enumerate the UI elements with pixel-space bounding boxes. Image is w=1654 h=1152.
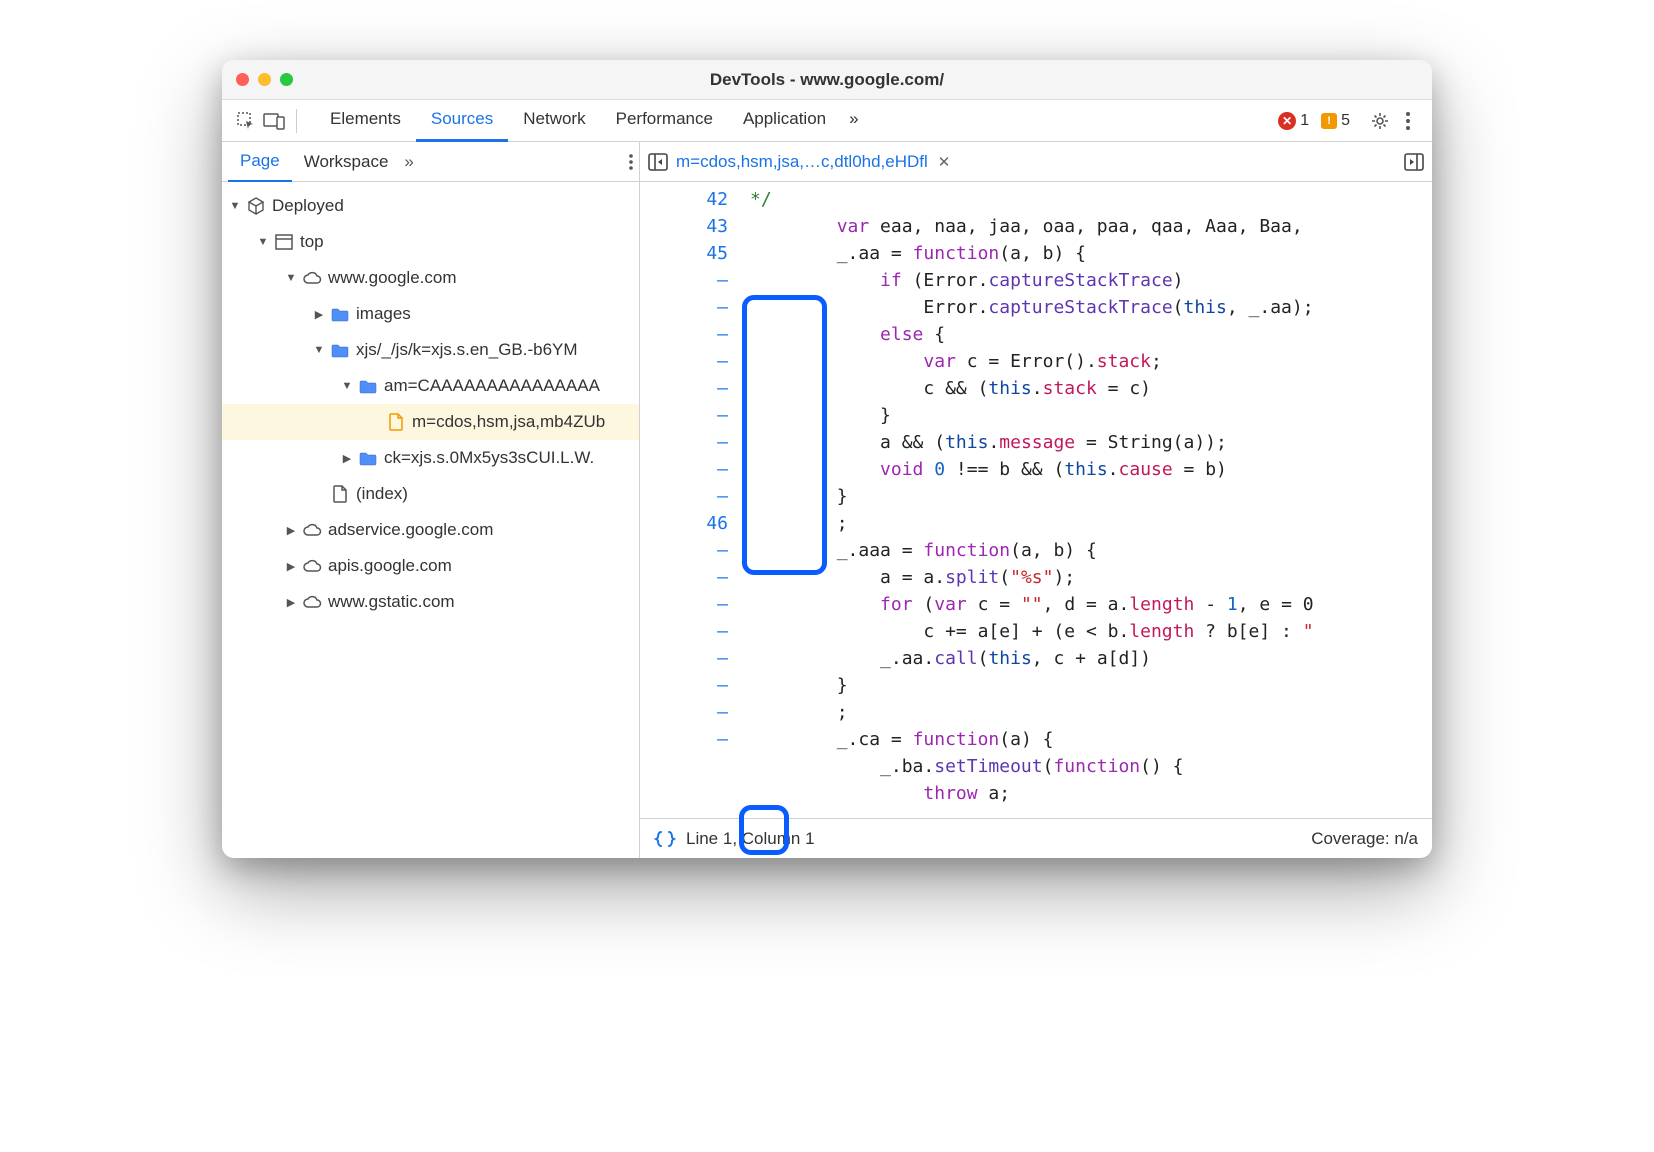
line-gutter[interactable]: 424345–––––––––46–––––––– [640, 182, 750, 818]
tree-item[interactable]: ▶images [222, 296, 639, 332]
cloud-icon [302, 556, 322, 576]
tree-item-label: www.google.com [328, 268, 457, 288]
tree-item-label: am=CAAAAAAAAAAAAAAA [384, 376, 600, 396]
toggle-debugger-icon[interactable] [1404, 153, 1424, 171]
folder-icon [330, 304, 350, 324]
cloud-icon [302, 592, 322, 612]
device-toolbar-icon[interactable] [260, 107, 288, 135]
cube-icon [246, 196, 266, 216]
tree-item[interactable]: ▶apis.google.com [222, 548, 639, 584]
tree-item[interactable]: ▶www.gstatic.com [222, 584, 639, 620]
close-tab-icon[interactable]: ✕ [938, 153, 951, 171]
tab-network[interactable]: Network [508, 99, 600, 142]
tab-elements[interactable]: Elements [315, 99, 416, 142]
sidebar-tab-workspace[interactable]: Workspace [292, 143, 401, 181]
file-icon [386, 412, 406, 432]
tree-item-label: images [356, 304, 411, 324]
sidebar-tabs-overflow[interactable]: » [404, 152, 413, 172]
tree-item-label: xjs/_/js/k=xjs.s.en_GB.-b6YM [356, 340, 578, 360]
editor-tab-label: m=cdos,hsm,jsa,…c,dtl0hd,eHDfl [676, 152, 928, 172]
warning-count[interactable]: ! 5 [1321, 112, 1350, 130]
tree-item-label: m=cdos,hsm,jsa,mb4ZUb [412, 412, 605, 432]
tree-item[interactable]: ▶adservice.google.com [222, 512, 639, 548]
window-minimize-button[interactable] [258, 73, 271, 86]
editor-pane: m=cdos,hsm,jsa,…c,dtl0hd,eHDfl ✕ 424345–… [640, 142, 1432, 858]
tree-item-label: (index) [356, 484, 408, 504]
tab-sources[interactable]: Sources [416, 99, 508, 142]
error-count[interactable]: ✕ 1 [1278, 112, 1309, 130]
editor-tab-active[interactable]: m=cdos,hsm,jsa,…c,dtl0hd,eHDfl ✕ [668, 152, 958, 172]
navigator-sidebar: Page Workspace » ▼Deployed▼top▼www.googl… [222, 142, 640, 858]
sidebar-kebab-icon[interactable] [629, 154, 633, 170]
tab-performance[interactable]: Performance [601, 99, 728, 142]
file-tree[interactable]: ▼Deployed▼top▼www.google.com▶images▼xjs/… [222, 182, 639, 858]
cursor-position: Line 1, Column 1 [686, 829, 815, 849]
inspect-element-icon[interactable] [232, 107, 260, 135]
warning-icon: ! [1321, 113, 1337, 129]
cloud-icon [302, 520, 322, 540]
tabs-overflow[interactable]: » [841, 99, 866, 142]
window-title: DevTools - www.google.com/ [222, 70, 1432, 90]
window-close-button[interactable] [236, 73, 249, 86]
tree-item-label: adservice.google.com [328, 520, 493, 540]
tree-item[interactable]: ▶ck=xjs.s.0Mx5ys3sCUI.L.W. [222, 440, 639, 476]
folder-icon [358, 376, 378, 396]
tree-item-label: www.gstatic.com [328, 592, 455, 612]
code-area[interactable]: */ var eaa, naa, jaa, oaa, paa, qaa, Aaa… [750, 182, 1432, 818]
main-toolbar: Elements Sources Network Performance App… [222, 100, 1432, 142]
folder-icon [330, 340, 350, 360]
settings-icon[interactable] [1366, 107, 1394, 135]
tree-item[interactable]: (index) [222, 476, 639, 512]
tree-item-label: Deployed [272, 196, 344, 216]
coverage-status: Coverage: n/a [1311, 829, 1418, 849]
window-zoom-button[interactable] [280, 73, 293, 86]
window-titlebar: DevTools - www.google.com/ [222, 60, 1432, 100]
tree-item[interactable]: ▼Deployed [222, 188, 639, 224]
tree-item[interactable]: ▼top [222, 224, 639, 260]
tree-item[interactable]: ▼am=CAAAAAAAAAAAAAAA [222, 368, 639, 404]
frame-icon [274, 232, 294, 252]
doc-icon [330, 484, 350, 504]
cloud-icon [302, 268, 322, 288]
tree-item[interactable]: m=cdos,hsm,jsa,mb4ZUb [222, 404, 639, 440]
divider [296, 109, 297, 133]
editor-statusbar: Line 1, Column 1 Coverage: n/a [640, 818, 1432, 858]
tree-item-label: top [300, 232, 324, 252]
pretty-print-icon[interactable] [654, 830, 676, 848]
toggle-navigator-icon[interactable] [648, 153, 668, 171]
folder-icon [358, 448, 378, 468]
kebab-menu-icon[interactable] [1394, 107, 1422, 135]
error-icon: ✕ [1278, 112, 1296, 130]
tree-item[interactable]: ▼xjs/_/js/k=xjs.s.en_GB.-b6YM [222, 332, 639, 368]
sidebar-tab-page[interactable]: Page [228, 142, 292, 182]
tab-application[interactable]: Application [728, 99, 841, 142]
tree-item-label: ck=xjs.s.0Mx5ys3sCUI.L.W. [384, 448, 594, 468]
tree-item[interactable]: ▼www.google.com [222, 260, 639, 296]
tree-item-label: apis.google.com [328, 556, 452, 576]
